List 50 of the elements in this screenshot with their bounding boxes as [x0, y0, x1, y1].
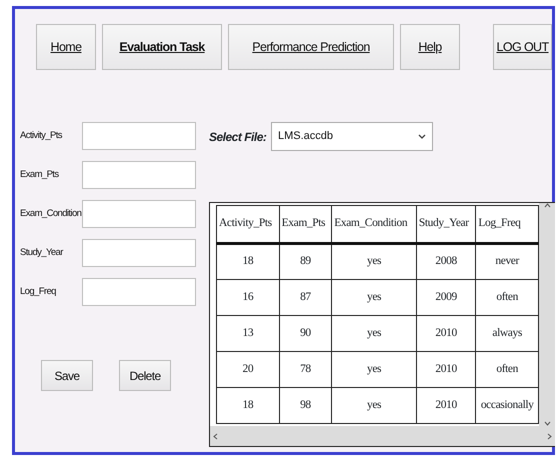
column-header: Study_Year — [416, 206, 476, 244]
field-label: Exam_Pts — [20, 168, 60, 182]
table-cell: yes — [332, 388, 416, 424]
table-cell: 18 — [216, 244, 280, 280]
table-cell: 89 — [279, 244, 332, 280]
nav-tab[interactable]: Help — [400, 24, 460, 70]
table-cell: 16 — [216, 280, 280, 316]
column-header: Activity_Pts — [216, 206, 280, 244]
field-label: Log_Freq — [20, 284, 57, 299]
table-cell: 87 — [279, 280, 332, 316]
table-cell: 2009 — [416, 280, 476, 316]
scroll-down-icon[interactable] — [544, 421, 550, 426]
table-cell: 78 — [279, 352, 332, 388]
horizontal-scrollbar[interactable] — [210, 426, 555, 446]
table-cell: 18 — [216, 388, 280, 424]
action-button[interactable]: Delete — [119, 360, 171, 391]
column-header: Exam_Pts — [279, 206, 332, 244]
table-cell: 90 — [279, 316, 332, 352]
table-cell: 13 — [216, 316, 280, 352]
table-cell: 2010 — [416, 352, 476, 388]
table-cell: yes — [332, 280, 416, 316]
table-cell: yes — [332, 316, 416, 352]
field-label: Study_Year — [20, 246, 64, 260]
scroll-up-icon[interactable] — [544, 203, 550, 208]
file-dropdown[interactable]: LMS.accdb — [271, 122, 433, 151]
nav-tab[interactable]: Performance Prediction — [228, 24, 394, 70]
select-file-label: Select File: — [209, 128, 268, 146]
input-field[interactable] — [82, 278, 196, 306]
nav-tab[interactable]: LOG OUT — [493, 24, 552, 70]
table-cell: yes — [332, 352, 416, 388]
action-button[interactable]: Save — [41, 360, 93, 391]
field-label: Exam_Condition — [20, 206, 82, 221]
caret-icon — [418, 134, 426, 140]
column-header: Exam_Condition — [332, 206, 416, 244]
table-cell: yes — [332, 244, 416, 280]
input-field[interactable] — [82, 239, 196, 267]
input-field[interactable] — [82, 161, 196, 189]
input-field[interactable] — [82, 200, 196, 228]
table-cell: 20 — [216, 352, 280, 388]
table-cell: 2008 — [416, 244, 476, 280]
nav-tab[interactable]: Home — [36, 24, 96, 70]
scroll-right-icon[interactable] — [547, 432, 552, 440]
nav-tab[interactable]: Evaluation Task — [102, 24, 222, 70]
table-cell: 2010 — [416, 388, 476, 424]
scroll-left-icon[interactable] — [213, 432, 218, 440]
input-field[interactable] — [82, 122, 196, 150]
field-label: Activity_Pts — [20, 128, 64, 143]
vertical-scrollbar[interactable] — [539, 203, 555, 426]
table-cell: 98 — [279, 388, 332, 424]
table-cell: 2010 — [416, 316, 476, 352]
